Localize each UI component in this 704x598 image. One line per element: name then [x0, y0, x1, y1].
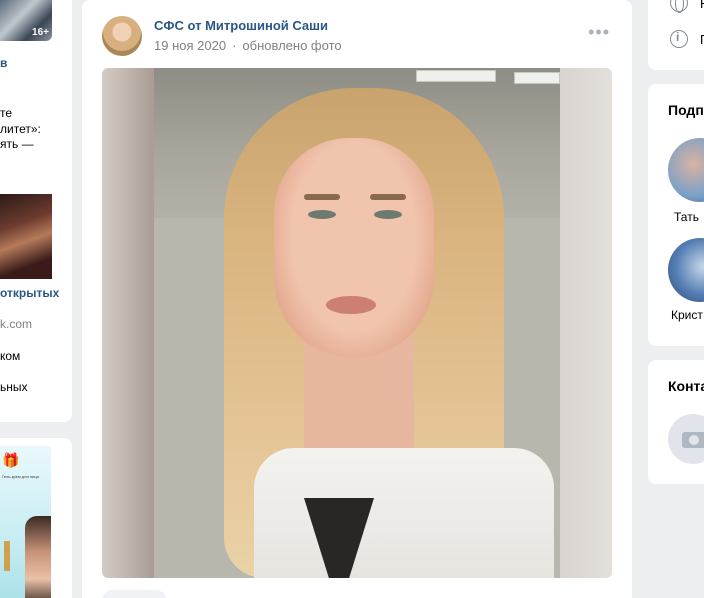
- ad-text-line: литет»:: [0, 122, 41, 136]
- info-item-label[interactable]: Пр: [700, 32, 704, 47]
- photo-lips: [326, 296, 376, 314]
- model-photo: [25, 516, 51, 598]
- ad-banner-card[interactable]: 🎁 Гель-крем для лица: [0, 438, 72, 598]
- info-icon: [670, 30, 688, 48]
- ad-image[interactable]: [0, 194, 52, 279]
- post-card: СФС от Митрошиной Саши 19 ноя 2020 · обнов…: [82, 0, 632, 598]
- ad-card: 16+ в те литет»: ять — открытых k.com ко…: [0, 0, 72, 422]
- ad-domain[interactable]: k.com: [0, 317, 32, 331]
- like-button[interactable]: [102, 590, 166, 598]
- ad-text-line: ять —: [0, 137, 34, 151]
- info-card: Н Пр: [648, 0, 704, 70]
- ad-thumbnail[interactable]: 16+: [0, 0, 52, 41]
- ceiling-light: [416, 70, 496, 82]
- ad-title[interactable]: в: [0, 56, 7, 70]
- globe-icon: [670, 0, 688, 13]
- subscribers-title[interactable]: Подп: [668, 102, 704, 118]
- post-meta: 19 ноя 2020 · обновлено фото: [154, 38, 342, 53]
- ad-banner-image[interactable]: 🎁 Гель-крем для лица: [0, 446, 51, 598]
- post-action: обновлено фото: [242, 38, 342, 53]
- ad-text-line: ьных: [0, 380, 28, 394]
- ad-banner-text: Гель-крем для лица: [2, 474, 39, 479]
- ad-text-line: ком: [0, 349, 21, 363]
- post-date[interactable]: 19 ноя 2020: [154, 38, 226, 53]
- age-badge: 16+: [32, 27, 49, 38]
- photo-face: [274, 138, 434, 358]
- contacts-card: Конта: [648, 360, 704, 484]
- subscriber-avatar[interactable]: [668, 138, 704, 202]
- more-dots-icon[interactable]: •••: [588, 22, 610, 43]
- post-author[interactable]: СФС от Митрошиной Саши: [154, 18, 328, 33]
- contact-avatar[interactable]: [668, 414, 704, 464]
- ceiling-light: [514, 72, 560, 84]
- gift-icon: 🎁: [2, 452, 20, 468]
- meta-separator: ·: [232, 38, 237, 53]
- photo-eye: [374, 210, 402, 219]
- ad-text-line: те: [0, 106, 13, 120]
- ad-link[interactable]: открытых: [0, 286, 59, 300]
- subscribers-card: Подп Тать Крист: [648, 84, 704, 346]
- subscriber-name[interactable]: Крист: [671, 308, 703, 322]
- subscriber-avatar[interactable]: [668, 238, 704, 302]
- photo-eye: [308, 210, 336, 219]
- subscriber-name[interactable]: Тать: [674, 210, 699, 224]
- product-bottle: [4, 541, 10, 571]
- post-photo[interactable]: [102, 68, 612, 578]
- photo-brow: [370, 194, 406, 200]
- contacts-title[interactable]: Конта: [668, 378, 704, 394]
- photo-shirt: [254, 448, 554, 578]
- left-ad-column: 16+ в те литет»: ять — открытых k.com ко…: [0, 0, 72, 598]
- photo-brow: [304, 194, 340, 200]
- info-item-label[interactable]: Н: [700, 0, 704, 11]
- author-avatar[interactable]: [102, 16, 142, 56]
- camera-icon: [682, 432, 704, 448]
- photo-content: [154, 68, 560, 578]
